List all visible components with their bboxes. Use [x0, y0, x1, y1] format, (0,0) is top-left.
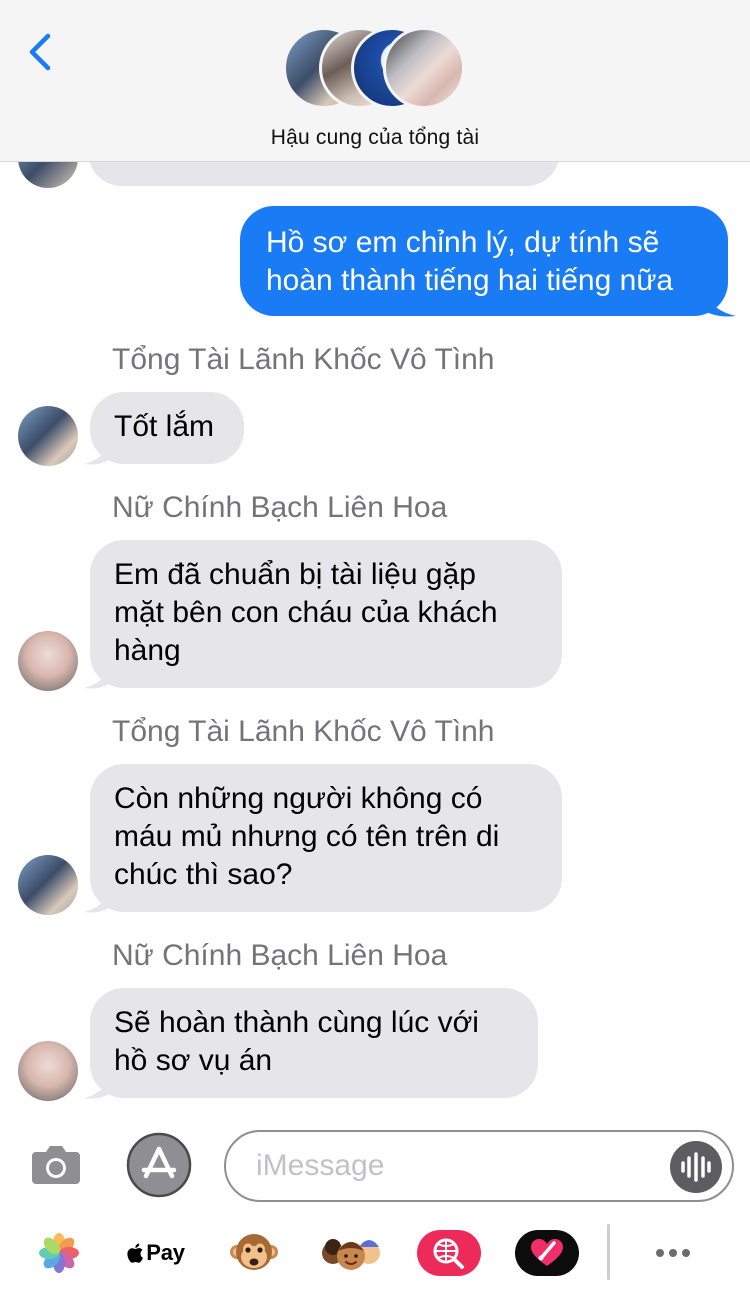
chevron-left-icon	[29, 33, 51, 71]
message-input-field[interactable]	[224, 1130, 734, 1202]
message-bubble-outgoing[interactable]: Hồ sơ em chỉnh lý, dự tính sẽ hoàn thành…	[240, 206, 728, 316]
photos-app-button[interactable]	[36, 1222, 82, 1284]
app-store-icon	[126, 1132, 192, 1198]
avatar	[18, 855, 78, 915]
animoji-button[interactable]	[226, 1222, 282, 1284]
back-button[interactable]	[22, 30, 62, 74]
apple-pay-icon	[127, 1243, 144, 1263]
apple-pay-label: Pay	[146, 1240, 185, 1265]
conversation-header: Hậu cung của tổng tài	[0, 0, 750, 162]
avatar	[383, 27, 465, 109]
apple-pay-button[interactable]: Pay	[120, 1222, 192, 1284]
camera-button[interactable]	[28, 1136, 84, 1192]
audio-message-button[interactable]	[670, 1141, 722, 1193]
message-bubble-incoming[interactable]: Em đã chuẩn bị tài liệu gặp mặt bên con …	[90, 540, 562, 688]
group-name[interactable]: Hậu cung của tổng tài	[0, 126, 750, 150]
message-bubble-incoming[interactable]: Sẽ hoàn thành cùng lúc với hồ sơ vụ án	[90, 988, 538, 1098]
message-bubble-incoming[interactable]: Còn những người không có máu mủ nhưng có…	[90, 764, 562, 912]
drawer-divider	[607, 1224, 610, 1280]
message-input[interactable]	[256, 1146, 656, 1186]
waveform-icon	[681, 1152, 711, 1182]
web-search-app-button[interactable]	[416, 1222, 482, 1284]
memoji-icon	[322, 1239, 380, 1270]
animoji-monkey-icon	[230, 1234, 278, 1270]
avatar	[18, 1041, 78, 1101]
avatar	[18, 631, 78, 691]
app-store-button[interactable]	[126, 1132, 192, 1198]
group-avatars[interactable]	[283, 27, 469, 111]
avatar	[18, 406, 78, 466]
sender-name: Tổng Tài Lãnh Khốc Vô Tình	[112, 715, 495, 748]
photos-icon	[39, 1233, 79, 1273]
sender-name: Nữ Chính Bạch Liên Hoa	[112, 491, 448, 524]
sender-name: Nữ Chính Bạch Liên Hoa	[112, 939, 448, 972]
web-search-icon	[417, 1230, 481, 1276]
composer-bar	[0, 1110, 750, 1220]
message-bubble-incoming[interactable]: Tốt lắm	[90, 392, 244, 464]
more-icon	[651, 1231, 695, 1275]
digital-touch-icon	[515, 1230, 579, 1276]
app-drawer: Pay	[0, 1222, 750, 1284]
more-apps-button[interactable]	[644, 1222, 702, 1284]
camera-icon	[32, 1146, 80, 1184]
digital-touch-button[interactable]	[514, 1222, 580, 1284]
memoji-button[interactable]	[318, 1222, 384, 1284]
sender-name: Tổng Tài Lãnh Khốc Vô Tình	[112, 343, 495, 376]
